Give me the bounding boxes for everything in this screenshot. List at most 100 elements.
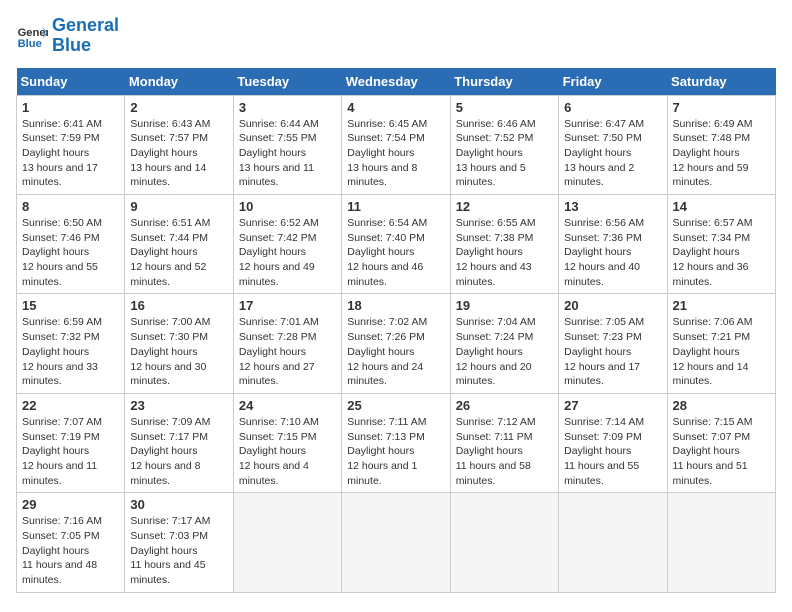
header-thursday: Thursday bbox=[450, 68, 558, 96]
day-number: 27 bbox=[564, 398, 661, 413]
day-info: Sunrise: 6:59 AM Sunset: 7:32 PM Dayligh… bbox=[22, 315, 119, 388]
calendar-week-1: 1 Sunrise: 6:41 AM Sunset: 7:59 PM Dayli… bbox=[17, 95, 776, 194]
calendar-cell bbox=[667, 493, 775, 592]
day-number: 20 bbox=[564, 298, 661, 313]
day-info: Sunrise: 7:17 AM Sunset: 7:03 PM Dayligh… bbox=[130, 514, 227, 587]
calendar-cell: 20 Sunrise: 7:05 AM Sunset: 7:23 PM Dayl… bbox=[559, 294, 667, 393]
calendar-cell: 28 Sunrise: 7:15 AM Sunset: 7:07 PM Dayl… bbox=[667, 393, 775, 492]
calendar-cell: 22 Sunrise: 7:07 AM Sunset: 7:19 PM Dayl… bbox=[17, 393, 125, 492]
calendar-cell: 7 Sunrise: 6:49 AM Sunset: 7:48 PM Dayli… bbox=[667, 95, 775, 194]
day-info: Sunrise: 7:12 AM Sunset: 7:11 PM Dayligh… bbox=[456, 415, 553, 488]
calendar-cell bbox=[450, 493, 558, 592]
day-info: Sunrise: 6:54 AM Sunset: 7:40 PM Dayligh… bbox=[347, 216, 444, 289]
calendar-cell: 17 Sunrise: 7:01 AM Sunset: 7:28 PM Dayl… bbox=[233, 294, 341, 393]
day-number: 7 bbox=[673, 100, 770, 115]
day-info: Sunrise: 6:41 AM Sunset: 7:59 PM Dayligh… bbox=[22, 117, 119, 190]
calendar-week-5: 29 Sunrise: 7:16 AM Sunset: 7:05 PM Dayl… bbox=[17, 493, 776, 592]
calendar-table: SundayMondayTuesdayWednesdayThursdayFrid… bbox=[16, 68, 776, 593]
calendar-cell: 3 Sunrise: 6:44 AM Sunset: 7:55 PM Dayli… bbox=[233, 95, 341, 194]
day-info: Sunrise: 6:50 AM Sunset: 7:46 PM Dayligh… bbox=[22, 216, 119, 289]
header-sunday: Sunday bbox=[17, 68, 125, 96]
calendar-cell: 26 Sunrise: 7:12 AM Sunset: 7:11 PM Dayl… bbox=[450, 393, 558, 492]
day-info: Sunrise: 7:02 AM Sunset: 7:26 PM Dayligh… bbox=[347, 315, 444, 388]
calendar-week-2: 8 Sunrise: 6:50 AM Sunset: 7:46 PM Dayli… bbox=[17, 195, 776, 294]
day-info: Sunrise: 6:43 AM Sunset: 7:57 PM Dayligh… bbox=[130, 117, 227, 190]
day-info: Sunrise: 7:10 AM Sunset: 7:15 PM Dayligh… bbox=[239, 415, 336, 488]
day-number: 6 bbox=[564, 100, 661, 115]
calendar-cell: 24 Sunrise: 7:10 AM Sunset: 7:15 PM Dayl… bbox=[233, 393, 341, 492]
day-info: Sunrise: 6:44 AM Sunset: 7:55 PM Dayligh… bbox=[239, 117, 336, 190]
calendar-cell: 15 Sunrise: 6:59 AM Sunset: 7:32 PM Dayl… bbox=[17, 294, 125, 393]
day-number: 1 bbox=[22, 100, 119, 115]
calendar-header-row: SundayMondayTuesdayWednesdayThursdayFrid… bbox=[17, 68, 776, 96]
day-info: Sunrise: 6:57 AM Sunset: 7:34 PM Dayligh… bbox=[673, 216, 770, 289]
day-number: 15 bbox=[22, 298, 119, 313]
day-number: 13 bbox=[564, 199, 661, 214]
calendar-cell: 13 Sunrise: 6:56 AM Sunset: 7:36 PM Dayl… bbox=[559, 195, 667, 294]
calendar-week-4: 22 Sunrise: 7:07 AM Sunset: 7:19 PM Dayl… bbox=[17, 393, 776, 492]
day-number: 28 bbox=[673, 398, 770, 413]
calendar-cell: 19 Sunrise: 7:04 AM Sunset: 7:24 PM Dayl… bbox=[450, 294, 558, 393]
day-info: Sunrise: 6:55 AM Sunset: 7:38 PM Dayligh… bbox=[456, 216, 553, 289]
day-number: 18 bbox=[347, 298, 444, 313]
day-number: 10 bbox=[239, 199, 336, 214]
day-number: 30 bbox=[130, 497, 227, 512]
day-number: 12 bbox=[456, 199, 553, 214]
header-monday: Monday bbox=[125, 68, 233, 96]
day-info: Sunrise: 7:11 AM Sunset: 7:13 PM Dayligh… bbox=[347, 415, 444, 488]
calendar-cell: 9 Sunrise: 6:51 AM Sunset: 7:44 PM Dayli… bbox=[125, 195, 233, 294]
page-header: General Blue General Blue bbox=[16, 16, 776, 56]
day-number: 22 bbox=[22, 398, 119, 413]
calendar-cell: 14 Sunrise: 6:57 AM Sunset: 7:34 PM Dayl… bbox=[667, 195, 775, 294]
day-number: 16 bbox=[130, 298, 227, 313]
day-info: Sunrise: 7:06 AM Sunset: 7:21 PM Dayligh… bbox=[673, 315, 770, 388]
day-number: 5 bbox=[456, 100, 553, 115]
calendar-body: 1 Sunrise: 6:41 AM Sunset: 7:59 PM Dayli… bbox=[17, 95, 776, 592]
calendar-cell: 5 Sunrise: 6:46 AM Sunset: 7:52 PM Dayli… bbox=[450, 95, 558, 194]
day-number: 2 bbox=[130, 100, 227, 115]
day-info: Sunrise: 7:07 AM Sunset: 7:19 PM Dayligh… bbox=[22, 415, 119, 488]
day-number: 29 bbox=[22, 497, 119, 512]
calendar-cell: 25 Sunrise: 7:11 AM Sunset: 7:13 PM Dayl… bbox=[342, 393, 450, 492]
day-info: Sunrise: 7:05 AM Sunset: 7:23 PM Dayligh… bbox=[564, 315, 661, 388]
logo-icon: General Blue bbox=[16, 20, 48, 52]
day-info: Sunrise: 7:01 AM Sunset: 7:28 PM Dayligh… bbox=[239, 315, 336, 388]
day-info: Sunrise: 6:45 AM Sunset: 7:54 PM Dayligh… bbox=[347, 117, 444, 190]
day-info: Sunrise: 7:00 AM Sunset: 7:30 PM Dayligh… bbox=[130, 315, 227, 388]
calendar-cell: 21 Sunrise: 7:06 AM Sunset: 7:21 PM Dayl… bbox=[667, 294, 775, 393]
day-info: Sunrise: 6:46 AM Sunset: 7:52 PM Dayligh… bbox=[456, 117, 553, 190]
day-number: 9 bbox=[130, 199, 227, 214]
calendar-cell: 11 Sunrise: 6:54 AM Sunset: 7:40 PM Dayl… bbox=[342, 195, 450, 294]
day-number: 23 bbox=[130, 398, 227, 413]
calendar-cell: 1 Sunrise: 6:41 AM Sunset: 7:59 PM Dayli… bbox=[17, 95, 125, 194]
day-info: Sunrise: 7:04 AM Sunset: 7:24 PM Dayligh… bbox=[456, 315, 553, 388]
calendar-cell: 6 Sunrise: 6:47 AM Sunset: 7:50 PM Dayli… bbox=[559, 95, 667, 194]
calendar-cell: 12 Sunrise: 6:55 AM Sunset: 7:38 PM Dayl… bbox=[450, 195, 558, 294]
calendar-cell: 16 Sunrise: 7:00 AM Sunset: 7:30 PM Dayl… bbox=[125, 294, 233, 393]
day-info: Sunrise: 6:47 AM Sunset: 7:50 PM Dayligh… bbox=[564, 117, 661, 190]
calendar-cell bbox=[559, 493, 667, 592]
day-number: 4 bbox=[347, 100, 444, 115]
day-number: 3 bbox=[239, 100, 336, 115]
calendar-cell: 10 Sunrise: 6:52 AM Sunset: 7:42 PM Dayl… bbox=[233, 195, 341, 294]
svg-text:Blue: Blue bbox=[18, 38, 42, 50]
calendar-cell: 2 Sunrise: 6:43 AM Sunset: 7:57 PM Dayli… bbox=[125, 95, 233, 194]
day-number: 19 bbox=[456, 298, 553, 313]
header-friday: Friday bbox=[559, 68, 667, 96]
day-number: 25 bbox=[347, 398, 444, 413]
calendar-cell: 18 Sunrise: 7:02 AM Sunset: 7:26 PM Dayl… bbox=[342, 294, 450, 393]
calendar-cell: 30 Sunrise: 7:17 AM Sunset: 7:03 PM Dayl… bbox=[125, 493, 233, 592]
calendar-cell: 27 Sunrise: 7:14 AM Sunset: 7:09 PM Dayl… bbox=[559, 393, 667, 492]
day-number: 14 bbox=[673, 199, 770, 214]
day-number: 11 bbox=[347, 199, 444, 214]
calendar-cell: 29 Sunrise: 7:16 AM Sunset: 7:05 PM Dayl… bbox=[17, 493, 125, 592]
logo: General Blue General Blue bbox=[16, 16, 119, 56]
calendar-cell bbox=[342, 493, 450, 592]
day-info: Sunrise: 7:15 AM Sunset: 7:07 PM Dayligh… bbox=[673, 415, 770, 488]
day-info: Sunrise: 6:52 AM Sunset: 7:42 PM Dayligh… bbox=[239, 216, 336, 289]
header-tuesday: Tuesday bbox=[233, 68, 341, 96]
day-number: 8 bbox=[22, 199, 119, 214]
logo-text-line1: General bbox=[52, 16, 119, 36]
day-number: 26 bbox=[456, 398, 553, 413]
day-number: 17 bbox=[239, 298, 336, 313]
